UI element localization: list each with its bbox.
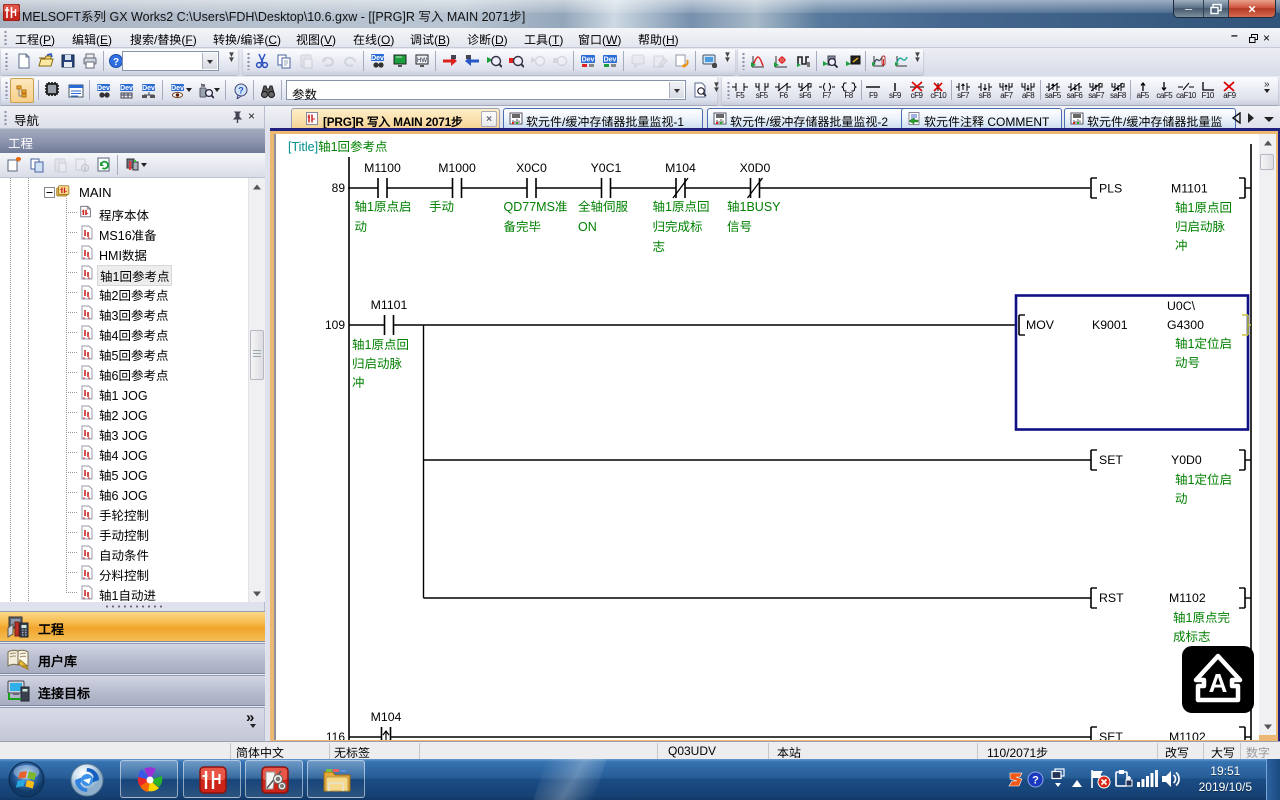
svg-text:Dev: Dev: [582, 57, 595, 64]
svg-text:轴1定位启: 轴1定位启: [1175, 473, 1232, 487]
svg-text:Y0C1: Y0C1: [591, 161, 622, 175]
svg-text:i: i: [84, 166, 86, 173]
svg-text:M104: M104: [665, 161, 696, 175]
svg-text:?: ?: [1032, 775, 1039, 787]
svg-text:轴1原点回: 轴1原点回: [352, 338, 409, 352]
svg-text:归完成标: 归完成标: [653, 220, 703, 234]
svg-text:Y0D0: Y0D0: [1171, 453, 1202, 467]
svg-text:109: 109: [325, 318, 345, 332]
svg-text:A: A: [1209, 668, 1228, 698]
svg-text:归启动脉: 归启动脉: [352, 357, 403, 371]
svg-text:全轴伺服: 全轴伺服: [578, 200, 629, 214]
svg-text:M1102: M1102: [1169, 730, 1206, 740]
svg-text:89: 89: [332, 181, 346, 195]
svg-text:轴1定位启: 轴1定位启: [1175, 337, 1232, 351]
svg-text:HW: HW: [417, 58, 427, 64]
svg-text:U0C\: U0C\: [1167, 299, 1196, 313]
svg-text:成标志: 成标志: [1173, 630, 1211, 644]
svg-text:手动: 手动: [429, 200, 454, 214]
svg-text:M1100: M1100: [364, 161, 401, 175]
svg-text:K9001: K9001: [1092, 318, 1128, 332]
svg-text:M1101: M1101: [1171, 182, 1208, 196]
svg-text:Dev: Dev: [171, 85, 184, 92]
svg-text:轴1原点启: 轴1原点启: [355, 200, 412, 214]
svg-text:轴1原点回: 轴1原点回: [1175, 201, 1232, 215]
svg-text:Dev: Dev: [120, 85, 133, 92]
svg-text:动: 动: [1175, 492, 1188, 506]
svg-text:QD77MS准: QD77MS准: [504, 200, 568, 214]
svg-text:Dev: Dev: [142, 85, 155, 92]
svg-text:Dev: Dev: [97, 85, 110, 92]
svg-text:冲: 冲: [1175, 239, 1188, 253]
svg-text:?: ?: [238, 86, 244, 96]
svg-text:SET: SET: [1099, 453, 1123, 467]
svg-text:[Title]轴1回参考点: [Title]轴1回参考点: [288, 140, 388, 154]
svg-text:G4300: G4300: [1167, 318, 1204, 332]
svg-text:ON: ON: [578, 220, 597, 234]
svg-text:PLS: PLS: [1099, 182, 1122, 196]
svg-text:Dev: Dev: [604, 57, 617, 64]
svg-text:116: 116: [326, 730, 345, 740]
svg-text:MOV: MOV: [1026, 318, 1055, 332]
svg-text:M1102: M1102: [1169, 591, 1206, 605]
svg-text:志: 志: [653, 240, 666, 254]
svg-text:Dev: Dev: [371, 55, 384, 62]
svg-text:动号: 动号: [1175, 356, 1200, 370]
svg-text:轴1原点回: 轴1原点回: [653, 200, 710, 214]
svg-text:信号: 信号: [727, 220, 752, 234]
svg-text:轴1原点完: 轴1原点完: [1173, 611, 1230, 625]
svg-text:冲: 冲: [352, 376, 365, 390]
svg-text:M1101: M1101: [371, 298, 408, 312]
svg-text:?: ?: [113, 57, 119, 68]
svg-text:RST: RST: [1099, 591, 1124, 605]
svg-text:备完毕: 备完毕: [504, 220, 542, 234]
svg-text:M1000: M1000: [438, 161, 476, 175]
svg-text:X0C0: X0C0: [516, 161, 547, 175]
svg-text:M104: M104: [371, 710, 402, 724]
svg-text:轴1BUSY: 轴1BUSY: [727, 200, 781, 214]
svg-text:归启动脉: 归启动脉: [1175, 220, 1226, 234]
svg-text:SET: SET: [1099, 730, 1123, 740]
svg-text:动: 动: [355, 220, 368, 234]
svg-text:X0D0: X0D0: [740, 161, 771, 175]
